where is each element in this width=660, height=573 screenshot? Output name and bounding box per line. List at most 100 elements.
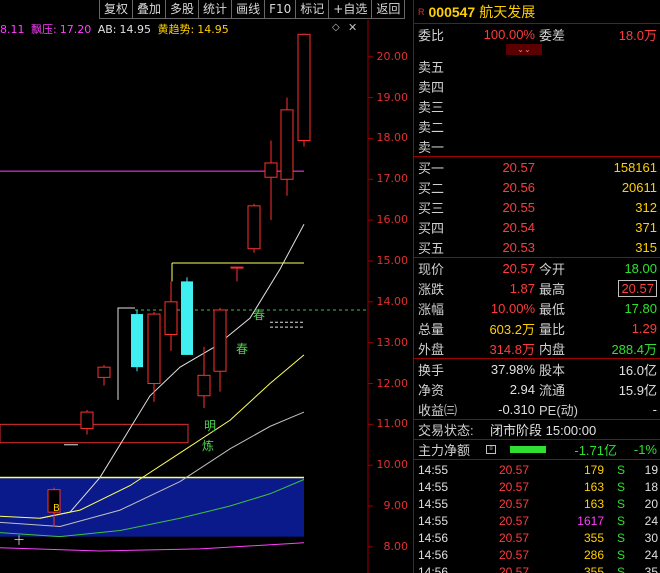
buy-level-label: 买一: [418, 160, 445, 176]
y-tick-label: 10.00: [376, 458, 409, 472]
y-tick-label: 13.00: [376, 335, 409, 349]
stat-label-2: 最高: [539, 281, 566, 297]
fundamental-label: 换手: [418, 362, 445, 378]
y-tick-label: 9.00: [383, 499, 409, 513]
main-force-row[interactable]: 主力净额 ≡ -1.71亿 -1%: [414, 440, 660, 460]
buy-level-volume: 20611: [621, 179, 657, 195]
tick-side: S: [617, 480, 626, 494]
buy-level-price: 20.57: [502, 159, 535, 175]
tick-volume: 355: [583, 531, 604, 545]
toolbar-overlay-button[interactable]: 叠加: [132, 0, 167, 19]
indicator-prefix: 8.11: [0, 23, 25, 36]
tick-list[interactable]: 14:55 20.57 179 S 19 14:55 20.57 163 S 18 14:55 20.…: [414, 460, 660, 573]
sell-level-row: 卖五: [414, 56, 660, 76]
tick-row: 14:56 20.57 355 S 35: [414, 564, 660, 573]
toolbar: 复权 叠加 多股 统计 画线 F10 标记 +自选 返回: [99, 0, 406, 20]
y-tick-label: 8.00: [383, 539, 409, 553]
sell-level-row: 卖一: [414, 136, 660, 156]
buy-level-row: 买一 20.57 158161: [414, 157, 660, 177]
stat-value: 603.2万: [489, 321, 535, 337]
fundamental-value: -0.310: [498, 401, 535, 417]
toolbar-statistics-button[interactable]: 统计: [198, 0, 233, 19]
sell-level-label: 卖五: [418, 59, 445, 75]
stat-value: 314.8万: [489, 341, 535, 357]
tick-count: 24: [644, 548, 658, 562]
stat-value-2: 18.00: [624, 260, 657, 276]
candle-body: [264, 162, 278, 178]
lian-label: 炼: [202, 439, 215, 453]
kline-chart-canvas[interactable]: [0, 20, 412, 573]
candle-body: [213, 309, 227, 372]
close-icon[interactable]: ✕: [348, 21, 357, 34]
sell-level-row: 卖二: [414, 116, 660, 136]
list-icon[interactable]: ≡: [486, 445, 496, 454]
candle-body: [197, 374, 211, 397]
tick-price: 20.57: [499, 514, 530, 528]
buy-level-price: 20.55: [502, 199, 535, 215]
toolbar-f10-button[interactable]: F10: [264, 0, 297, 19]
y-tick-label: 14.00: [376, 294, 409, 308]
r-badge: R: [418, 6, 425, 17]
main-force-bar: [510, 446, 546, 453]
toolbar-restore-rights-button[interactable]: 复权: [99, 0, 134, 19]
tick-count: 19: [644, 463, 658, 477]
toolbar-add-watchlist-button[interactable]: +自选: [328, 0, 373, 19]
b-mark-label: B: [53, 503, 60, 514]
buy-level-row: 买三 20.55 312: [414, 197, 660, 217]
toolbar-draw-line-button[interactable]: 画线: [231, 0, 266, 19]
ab-label: AB:: [97, 23, 117, 36]
candle-body: [280, 109, 294, 180]
stat-row: 总量 603.2万 量比 1.29: [414, 318, 660, 338]
kline-chart[interactable]: 8.11 飘压: 17.20 AB: 14.95 黄趋势: 14.95 20.00 19…: [0, 20, 412, 573]
stat-label-2: 量比: [539, 321, 566, 337]
fundamental-row: 换手 37.98% 股本 16.0亿: [414, 359, 660, 379]
sell-level-row: 卖三: [414, 96, 660, 116]
weibi-label: 委比: [418, 27, 445, 43]
tick-price: 20.57: [499, 480, 530, 494]
sell-level-label: 卖一: [418, 139, 445, 155]
stat-value-2: 17.80: [624, 300, 657, 316]
weibi-value: 100.00%: [483, 26, 535, 42]
candle-body: [247, 205, 261, 250]
stat-value: 20.57: [502, 260, 535, 276]
tick-time: 14:55: [418, 480, 449, 494]
stat-value-2: 20.57: [618, 279, 657, 297]
candle-body: [147, 313, 161, 385]
chun-label-1: 春: [253, 308, 266, 322]
toolbar-back-button[interactable]: 返回: [371, 0, 406, 19]
main-force-label: 主力净额: [418, 443, 471, 458]
toolbar-multi-stock-button[interactable]: 多股: [165, 0, 200, 19]
plus-mark-label: 十: [14, 536, 24, 547]
tick-side: S: [617, 565, 626, 573]
candle-body: [297, 33, 311, 141]
stat-label: 总量: [418, 321, 445, 337]
y-tick-label: 11.00: [376, 417, 409, 431]
tick-price: 20.57: [499, 531, 530, 545]
stock-header: R 000547 航天发展: [414, 0, 660, 24]
stat-label-2: 内盘: [539, 341, 566, 357]
toolbar-mark-button[interactable]: 标记: [295, 0, 330, 19]
stat-label-2: 今开: [539, 261, 566, 277]
candle-body: [181, 281, 193, 355]
stat-value-2: 288.4万: [611, 341, 657, 357]
candle-body: [80, 411, 94, 429]
tick-side: S: [617, 463, 626, 477]
tick-row: 14:55 20.57 163 S 18: [414, 479, 660, 496]
tick-volume: 1617: [577, 514, 604, 528]
fundamental-label-2: 流通: [539, 382, 566, 398]
tick-price: 20.57: [499, 548, 530, 562]
sell-level-label: 卖四: [418, 79, 445, 95]
stat-label-2: 最低: [539, 301, 566, 317]
stat-label: 外盘: [418, 341, 445, 357]
expand-chevron-icon[interactable]: ⌄⌄: [414, 44, 660, 56]
y-tick-label: 15.00: [376, 253, 409, 267]
stat-row: 涨跌 1.87 最高 20.57: [414, 278, 660, 298]
tick-row: 14:55 20.57 179 S 19: [414, 462, 660, 479]
buy-level-volume: 371: [635, 219, 657, 235]
buy-level-row: 买二 20.56 20611: [414, 177, 660, 197]
trade-status-value: 闭市阶段 15:00:00: [490, 423, 597, 438]
quote-panel: R 000547 航天发展 委比 100.00% 委差 18.0万 ⌄⌄ 卖五卖…: [413, 0, 660, 573]
fundamental-label-2: PE(动): [539, 402, 579, 418]
settings-diamond-icon[interactable]: ◇: [332, 22, 340, 33]
tick-time: 14:55: [418, 463, 449, 477]
